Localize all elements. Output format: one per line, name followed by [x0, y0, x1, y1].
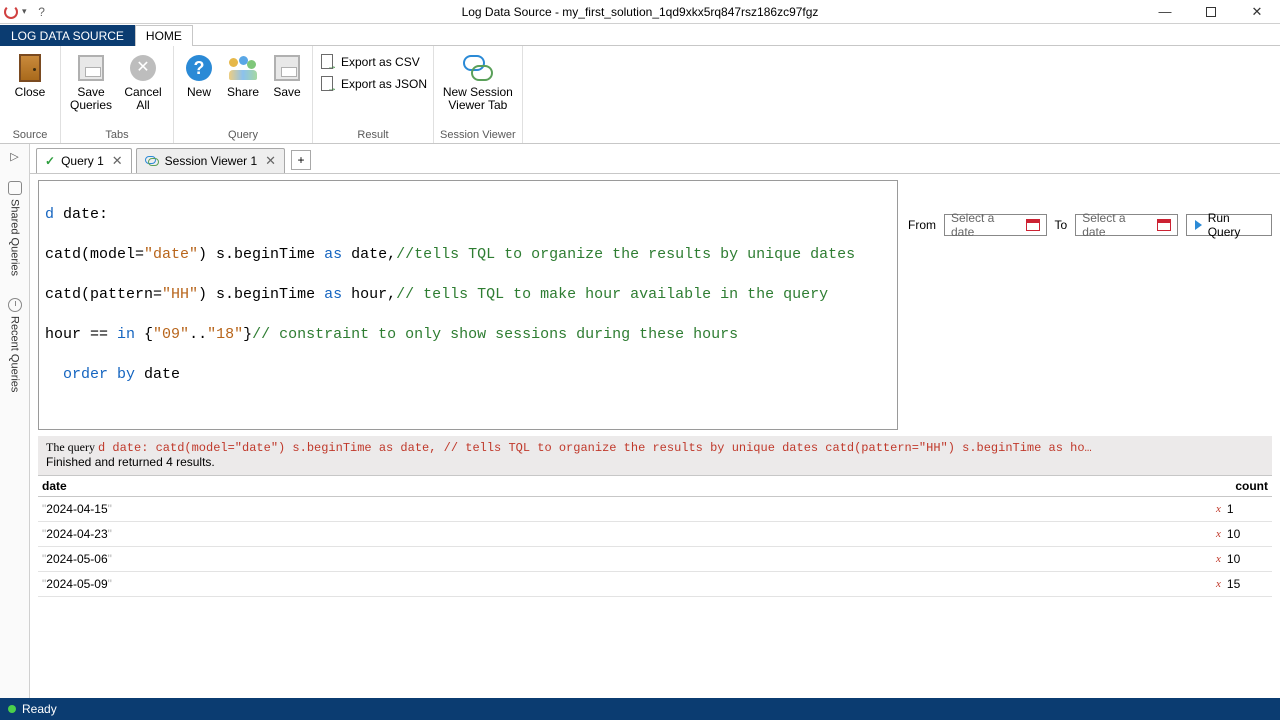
app-icon: [4, 5, 18, 19]
table-row[interactable]: "2024-05-09"x15: [38, 572, 1272, 597]
close-window-button[interactable]: ✕: [1234, 0, 1280, 24]
new-session-viewer-button[interactable]: New Session Viewer Tab: [441, 50, 515, 112]
session-icon: [462, 52, 494, 84]
group-label-query: Query: [228, 127, 258, 143]
add-tab-button[interactable]: +: [291, 150, 311, 170]
to-date-picker[interactable]: Select a date: [1075, 214, 1178, 236]
to-label: To: [1055, 218, 1068, 232]
export-icon: [319, 54, 335, 70]
tab-label: Session Viewer 1: [165, 154, 258, 168]
title-bar: ▾ Log Data Source - my_first_solution_1q…: [0, 0, 1280, 24]
column-header-count[interactable]: count: [1212, 476, 1272, 496]
maximize-button[interactable]: [1188, 0, 1234, 24]
close-tab-icon[interactable]: ✕: [265, 153, 276, 169]
session-icon: [145, 156, 159, 166]
minimize-button[interactable]: —: [1142, 0, 1188, 24]
main-pane: ✓ Query 1 ✕ Session Viewer 1 ✕ + d date:…: [30, 144, 1280, 698]
export-csv-button[interactable]: Export as CSV: [319, 54, 427, 70]
disk-icon: [75, 52, 107, 84]
ribbon-tab-strip: LOG DATA SOURCE HOME ⌃: [0, 24, 1280, 46]
x-icon: x: [1216, 528, 1221, 540]
check-icon: ✓: [45, 154, 55, 168]
status-dot-icon: [8, 705, 16, 713]
status-text: Ready: [22, 702, 57, 716]
question-icon: ?: [183, 52, 215, 84]
table-row[interactable]: "2024-05-06"x10: [38, 547, 1272, 572]
column-header-date[interactable]: date: [38, 476, 1212, 496]
group-label-source: Source: [13, 127, 48, 143]
export-icon: [319, 76, 335, 92]
calendar-icon: [1026, 219, 1039, 231]
result-summary: Finished and returned 4 results.: [46, 455, 1264, 469]
play-icon: [1195, 220, 1202, 230]
document-tabs: ✓ Query 1 ✕ Session Viewer 1 ✕ +: [30, 144, 1280, 174]
group-label-tabs: Tabs: [105, 127, 128, 143]
expand-side-icon[interactable]: ▷: [8, 148, 20, 165]
from-label: From: [908, 218, 936, 232]
table-row[interactable]: "2024-04-15"x1: [38, 497, 1272, 522]
new-query-button[interactable]: ? New: [180, 50, 218, 99]
cancel-all-button[interactable]: ✕ Cancel All: [119, 50, 167, 112]
x-icon: x: [1216, 553, 1221, 565]
disk-icon: [271, 52, 303, 84]
group-label-session: Session Viewer: [440, 127, 516, 143]
from-date-picker[interactable]: Select a date: [944, 214, 1047, 236]
status-bar: Ready: [0, 698, 1280, 720]
tab-query-1[interactable]: ✓ Query 1 ✕: [36, 148, 132, 173]
group-label-result: Result: [357, 127, 388, 143]
side-panel: ▷ Shared Queries Recent Queries: [0, 144, 30, 698]
close-button[interactable]: Close: [6, 50, 54, 99]
share-button[interactable]: Share: [222, 50, 264, 99]
save-queries-button[interactable]: Save Queries: [67, 50, 115, 112]
clock-icon: [8, 298, 22, 312]
ribbon-tab-home[interactable]: HOME: [135, 25, 193, 46]
calendar-icon: [1157, 219, 1170, 231]
ribbon: Close Source Save Queries ✕ Cancel All T…: [0, 46, 1280, 144]
work-area: ▷ Shared Queries Recent Queries ✓ Query …: [0, 144, 1280, 698]
help-button[interactable]: ?: [27, 5, 57, 19]
query-editor[interactable]: d date: catd(model="date") s.beginTime a…: [38, 180, 898, 430]
door-icon: [14, 52, 46, 84]
query-controls: From Select a date To Select a date Run …: [908, 180, 1272, 236]
close-tab-icon[interactable]: ✕: [112, 153, 123, 169]
x-icon: x: [1216, 503, 1221, 515]
tab-label: Query 1: [61, 154, 104, 168]
share-icon: [227, 52, 259, 84]
tab-session-viewer-1[interactable]: Session Viewer 1 ✕: [136, 148, 285, 173]
shared-queries-tab[interactable]: Shared Queries: [8, 175, 22, 282]
window-title: Log Data Source - my_first_solution_1qd9…: [462, 5, 819, 19]
x-icon: x: [1216, 578, 1221, 590]
doc-icon: [8, 181, 22, 195]
export-json-button[interactable]: Export as JSON: [319, 76, 427, 92]
run-query-button[interactable]: Run Query: [1186, 214, 1272, 236]
recent-queries-tab[interactable]: Recent Queries: [8, 292, 22, 398]
results-table: date count "2024-04-15"x1"2024-04-23"x10…: [38, 475, 1272, 597]
ribbon-tab-context[interactable]: LOG DATA SOURCE: [0, 25, 135, 46]
save-query-button[interactable]: Save: [268, 50, 306, 99]
table-row[interactable]: "2024-04-23"x10: [38, 522, 1272, 547]
query-status: The query d date: catd(model="date") s.b…: [38, 436, 1272, 475]
cancel-icon: ✕: [127, 52, 159, 84]
